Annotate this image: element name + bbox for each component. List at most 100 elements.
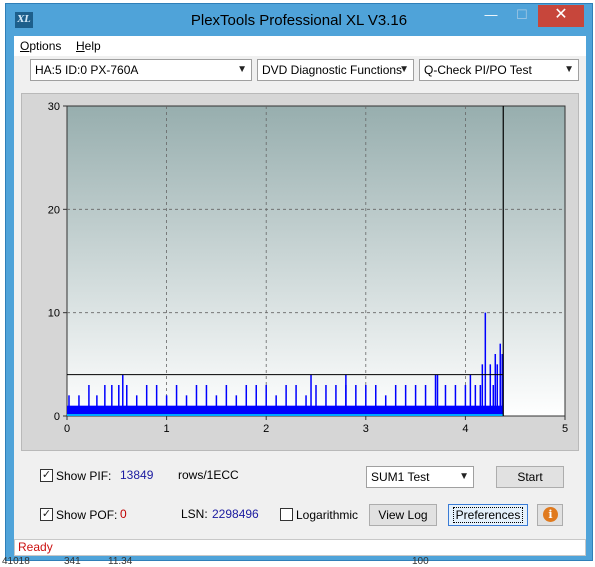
data-bar	[122, 374, 124, 416]
view-log-button[interactable]: View Log	[369, 504, 437, 526]
lsn-value: 2298496	[212, 507, 259, 521]
drive-select-value: HA:5 ID:0 PX-760A	[35, 63, 139, 77]
data-bar	[155, 385, 158, 416]
data-bar	[215, 395, 218, 416]
data-bar	[205, 385, 208, 416]
data-bar	[489, 364, 492, 416]
data-bar	[305, 395, 307, 416]
y-tick-label: 10	[48, 308, 60, 320]
data-bar	[145, 385, 148, 416]
data-bar	[479, 385, 482, 416]
data-bar	[111, 385, 113, 416]
status-bar: Ready	[14, 539, 586, 556]
data-bar	[185, 395, 188, 416]
start-button[interactable]: Start	[496, 466, 564, 488]
menu-help-accel: H	[76, 39, 85, 53]
pof-value: 0	[120, 507, 127, 521]
data-bar	[345, 374, 347, 416]
data-bar	[275, 395, 277, 416]
function-select[interactable]: DVD Diagnostic Functions ▼	[257, 59, 414, 81]
data-bar	[469, 374, 472, 416]
data-bar	[355, 385, 357, 416]
data-bar	[474, 385, 477, 416]
title-bar[interactable]: XL PlexTools Professional XL V3.16 — ☐ ✕	[6, 4, 592, 36]
y-tick-label: 30	[48, 101, 60, 113]
logarithmic-checkbox[interactable]	[280, 508, 293, 521]
data-bar	[499, 343, 502, 416]
preferences-label: Preferences	[452, 507, 524, 523]
data-bar	[325, 385, 327, 416]
x-tick-label: 3	[363, 423, 369, 435]
data-bar	[365, 385, 367, 416]
drive-select[interactable]: HA:5 ID:0 PX-760A ▼	[30, 59, 252, 81]
menu-options[interactable]: Options	[20, 39, 61, 53]
menu-bar: Options Help	[14, 36, 586, 56]
menu-options-label: ptions	[29, 39, 62, 53]
x-tick-label: 1	[164, 423, 170, 435]
data-bar	[384, 395, 387, 416]
data-bar	[195, 385, 198, 416]
sum-select[interactable]: SUM1 Test ▼	[366, 466, 474, 488]
bg-value: 11.34	[108, 556, 133, 567]
data-bar	[135, 395, 138, 416]
data-bar	[295, 385, 297, 416]
data-bar	[310, 374, 312, 416]
show-pif-label: Show PIF:	[56, 469, 112, 483]
data-bar	[225, 385, 228, 416]
chevron-down-icon: ▼	[237, 64, 247, 75]
data-bar	[434, 374, 437, 416]
function-select-value: DVD Diagnostic Functions	[262, 63, 403, 77]
data-bar	[424, 385, 427, 416]
chevron-down-icon: ▼	[459, 471, 469, 482]
menu-help[interactable]: Help	[76, 39, 101, 53]
preferences-button[interactable]: Preferences	[448, 504, 528, 526]
info-button[interactable]: i	[537, 504, 563, 526]
data-bar	[494, 354, 497, 416]
pif-value: 13849	[120, 468, 154, 482]
x-tick-label: 2	[263, 423, 269, 435]
menu-options-accel: O	[20, 39, 30, 53]
data-bar	[404, 385, 407, 416]
chevron-down-icon: ▼	[564, 64, 574, 75]
data-bar	[68, 395, 70, 416]
bg-value: 41018	[2, 556, 30, 567]
bg-value: 341	[64, 556, 81, 567]
sum-select-value: SUM1 Test	[371, 470, 430, 484]
data-bar	[104, 385, 106, 416]
info-icon: i	[543, 507, 558, 522]
test-select-value: Q-Check PI/PO Test	[424, 63, 532, 77]
y-tick-label: 0	[54, 411, 60, 423]
data-bar	[492, 385, 495, 416]
data-bar	[126, 385, 128, 416]
logarithmic-label: Logarithmic	[296, 508, 359, 522]
rows-label: rows/1ECC	[178, 468, 239, 482]
data-bar	[175, 385, 178, 416]
data-bar	[118, 385, 120, 416]
maximize-button[interactable]: ☐	[507, 5, 537, 27]
data-bar	[315, 385, 317, 416]
x-tick-label: 5	[562, 423, 568, 435]
data-bar	[464, 385, 467, 416]
x-tick-label: 0	[64, 423, 70, 435]
show-pof-checkbox[interactable]: ✓	[40, 508, 53, 521]
data-bar	[88, 385, 90, 416]
show-pif-checkbox[interactable]: ✓	[40, 469, 53, 482]
data-bar	[394, 385, 397, 416]
minimize-button[interactable]: —	[476, 5, 506, 27]
lsn-label: LSN:	[181, 507, 208, 521]
data-bar	[436, 374, 439, 416]
data-bar	[78, 395, 80, 416]
data-bar	[335, 385, 337, 416]
background-window-strip: 41018 341 11.34 100	[0, 556, 595, 567]
close-button[interactable]: ✕	[538, 5, 584, 27]
test-select[interactable]: Q-Check PI/PO Test ▼	[419, 59, 579, 81]
x-tick-label: 4	[462, 423, 468, 435]
chevron-down-icon: ▼	[399, 64, 409, 75]
data-bar	[235, 395, 238, 416]
pi-po-chart: 0 1 2 3 4 5 0 10 20 30	[48, 101, 568, 435]
data-bar	[496, 364, 499, 416]
data-bar	[285, 385, 287, 416]
control-panel: ✓ Show PIF: 13849 rows/1ECC SUM1 Test ▼ …	[14, 458, 586, 538]
data-bar	[265, 385, 267, 416]
data-bar	[165, 395, 168, 416]
